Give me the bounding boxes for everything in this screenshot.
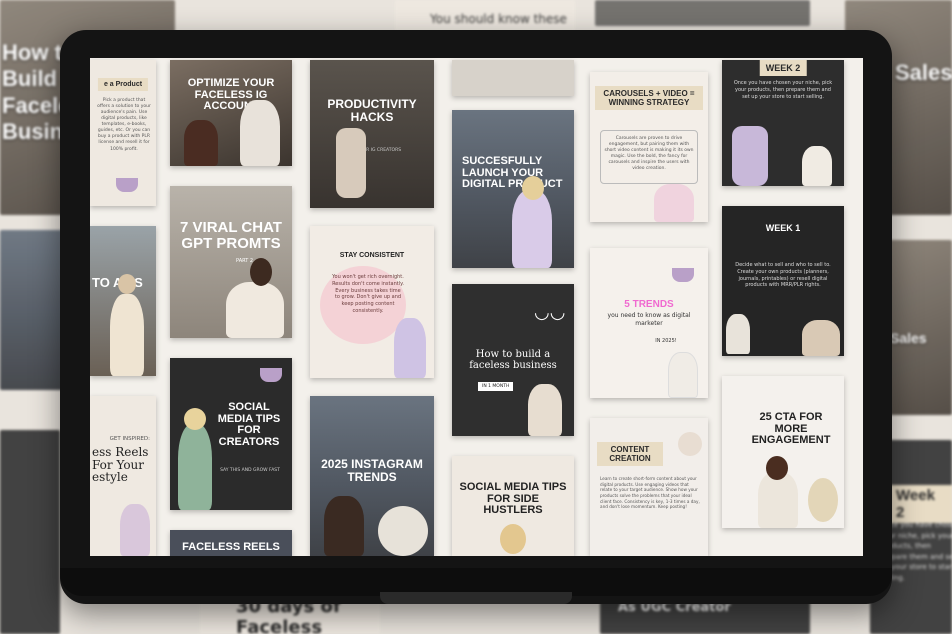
post-social-tips-hustlers: SOCIAL MEDIA TIPS FOR SIDE HUSTLERS <box>452 456 574 556</box>
figure-woman <box>394 318 426 378</box>
bg-tile <box>595 0 810 26</box>
figure-woman-laptop <box>226 282 284 338</box>
laptop-screen: e a Product Pick a product that offers a… <box>90 58 863 556</box>
post-chatgpt-prompts: 7 VIRAL CHAT GPT PROMTS PART 2 <box>170 186 292 338</box>
cup-icon <box>260 368 282 382</box>
promo-scene: How to Build a Faceless Business You sho… <box>0 0 952 634</box>
flower-bouquet <box>808 478 838 522</box>
bg-tile <box>0 430 60 634</box>
teddy-bear-icon <box>678 432 702 456</box>
post-social-tips-creators: SOCIAL MEDIA TIPS FOR CREATORS SAY THIS … <box>170 358 292 510</box>
sunglasses-icon: ◡◡ <box>534 302 566 323</box>
figure-woman <box>120 504 150 556</box>
laptop-base <box>380 592 572 604</box>
figure-woman <box>758 472 798 528</box>
post-carousels-video: CAROUSELS + VIDEO = WINNING STRATEGY Car… <box>590 72 708 222</box>
post-optimize-ig: OPTIMIZE YOUR FACELESS IG ACCOUNT <box>170 60 292 166</box>
figure-woman <box>668 352 698 398</box>
post-choose-product: e a Product Pick a product that offers a… <box>90 60 156 206</box>
post-25-cta: 25 CTA FOR MORE ENGAGEMENT <box>722 376 844 528</box>
post-week-1: WEEK 1 Decide what to sell and who to se… <box>722 206 844 356</box>
post-how-to-business: TO A SS <box>90 226 156 376</box>
post-launch-digital-product: SUCCESFULLY LAUNCH YOUR DIGITAL PRODUCT <box>452 110 574 268</box>
figure-woman <box>512 190 552 268</box>
post-how-to-build-faceless: How to build a faceless business IN 1 MO… <box>452 284 574 436</box>
post-week-2: WEEK 2 Once you have chosen your niche, … <box>722 60 844 186</box>
post-faceless-reels: GET INSPIRED: ess Reels For Your estyle <box>90 396 156 556</box>
bg-tile: You should know these <box>395 0 575 32</box>
figure-woman <box>184 120 218 166</box>
post-top-partial <box>452 60 574 96</box>
cup-icon <box>672 268 694 282</box>
hand-cup <box>802 320 840 356</box>
figure-woman <box>178 424 212 510</box>
post-content-creation: CONTENT CREATION Learn to create short-f… <box>590 418 708 556</box>
figure-woman <box>654 184 694 222</box>
figure-woman <box>110 294 144 376</box>
plate-icon <box>378 506 428 556</box>
figure-woman <box>528 384 562 436</box>
cup-icon <box>116 178 138 192</box>
figure-man <box>240 100 280 166</box>
lavender-bouquet <box>732 126 768 186</box>
post-stay-consistent: STAY CONSISTENT You won't get rich overn… <box>310 226 434 378</box>
post-2025-ig-trends: 2025 INSTAGRAM TRENDS <box>310 396 434 556</box>
cup-icon <box>336 128 366 198</box>
figure-woman <box>324 496 364 556</box>
post-faceless-reels-2: FACELESS REELS <box>170 530 292 556</box>
shoes-icon <box>802 146 832 186</box>
post-5-trends: 5 TRENDS you need to know as digital mar… <box>590 248 708 398</box>
post-productivity-hacks: PRODUCTIVITY HACKS FOR IG CREATORS <box>310 60 434 208</box>
